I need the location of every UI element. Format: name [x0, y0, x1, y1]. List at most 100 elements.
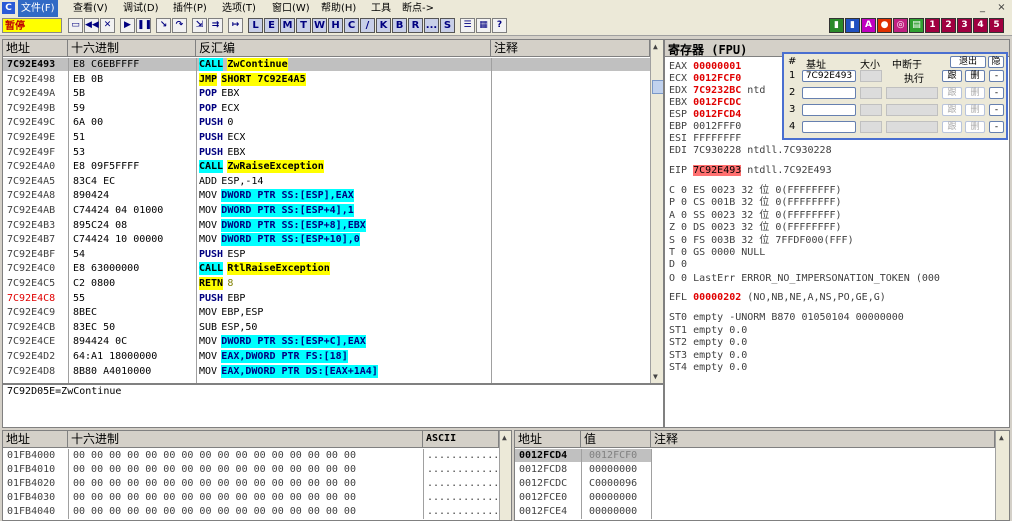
dump-row[interactable]: 01FB4020 00 00 00 00 00 00 00 00 00 00 00… [3, 477, 511, 490]
flag-row[interactable]: A 0 SS 0023 32 位 0(FFFFFFFF) [669, 209, 842, 222]
plugin-icon-a[interactable]: ▮ [829, 18, 844, 33]
flag-row[interactable]: T 0 GS 0000 NULL [669, 246, 765, 259]
run-icon[interactable]: ▶ [120, 18, 135, 33]
minimize-icon[interactable]: _ [976, 2, 989, 14]
disasm-row[interactable]: 7C92E4D2 64:A1 18000000 MOV EAX,DWORD PTR F… [3, 350, 650, 363]
menu-view[interactable]: 查看(V) [70, 0, 111, 17]
menu-help[interactable]: 帮助(H) [318, 0, 359, 17]
disasm-row[interactable]: 7C92E49F 53 PUSH EBX [3, 146, 650, 159]
options-icon[interactable]: ☰ [460, 18, 475, 33]
disasm-header-comment[interactable]: 注释 [491, 40, 650, 57]
stack-header-value[interactable]: 值 [581, 431, 651, 448]
menu-breakpoints[interactable]: 断点-> [399, 0, 437, 17]
flag-row[interactable]: S 0 FS 003B 32 位 7FFDF000(FFF) [669, 234, 854, 247]
toolbar-source[interactable]: S [440, 18, 455, 33]
bp-minus-button[interactable]: - [989, 121, 1004, 133]
disasm-row[interactable]: 7C92E4B3 895C24 08 MOV DWORD PTR SS:[ESP+8]… [3, 218, 650, 232]
bp-delete-button[interactable]: 删 [965, 70, 985, 82]
help-icon[interactable]: ? [492, 18, 507, 33]
bp-address-field[interactable] [802, 104, 856, 116]
toolbar-callstack[interactable]: K [376, 18, 391, 33]
bp-minus-button[interactable]: - [989, 104, 1004, 116]
fpu-register[interactable]: ST1 empty 0.0 [669, 324, 747, 337]
bp-delete-button[interactable]: 删 [965, 104, 985, 116]
close-file-icon[interactable]: ✕ [100, 18, 115, 33]
open-icon[interactable]: ▭ [68, 18, 83, 33]
disasm-row[interactable]: 7C92E49A 5B POP EBX [3, 87, 650, 100]
bp-address-field[interactable]: 7C92E493 [802, 70, 856, 82]
step-into-icon[interactable]: ↘ [156, 18, 171, 33]
stack-header-address[interactable]: 地址 [515, 431, 581, 448]
menu-debug[interactable]: 调试(D) [120, 0, 162, 17]
fpu-register[interactable]: ST0 empty -UNORM B870 01050104 00000000 [669, 311, 904, 324]
disasm-row[interactable]: 7C92E4A8 890424 MOV DWORD PTR SS:[ESP],EAX [3, 189, 650, 203]
menu-tools[interactable]: 工具 [368, 0, 394, 17]
toolbar-modules[interactable]: E [264, 18, 279, 33]
bookmark-1-icon[interactable]: 1 [925, 18, 940, 33]
disasm-row[interactable]: 7C92E49B 59 POP ECX [3, 102, 650, 115]
memory-dump-pane[interactable]: 地址 十六进制 ASCII 01FB4000 00 00 00 00 00 00 … [2, 430, 512, 521]
bp-minus-button[interactable]: - [989, 87, 1004, 99]
disasm-row[interactable]: 7C92E4C0 E8 63000000 CALL RtlRaiseException [3, 262, 650, 276]
plugin-icon-c[interactable]: A [861, 18, 876, 33]
disasm-row[interactable]: 7C92E4C5 C2 0800 RETN 8 [3, 277, 650, 290]
disasm-row[interactable]: 7C92E4AB C74424 04 01000 MOV DWORD PTR SS:[… [3, 204, 650, 217]
dump-header-address[interactable]: 地址 [3, 431, 68, 448]
dump-row[interactable]: 01FB4000 00 00 00 00 00 00 00 00 00 00 00… [3, 449, 511, 462]
toolbar-cpu[interactable]: C [344, 18, 359, 33]
bp-follow-button[interactable]: 跟 [942, 121, 962, 133]
hardware-breakpoint-window[interactable]: # 基址 大小 中断于 退出 隐 1 7C92E493 执行跟删 -2 跟删 -3 跟删 -4… [782, 52, 1008, 140]
bookmark-4-icon[interactable]: 4 [973, 18, 988, 33]
disasm-header-hex[interactable]: 十六进制 [68, 40, 196, 57]
fpu-register[interactable]: ST3 empty 0.0 [669, 349, 747, 362]
bookmark-5-icon[interactable]: 5 [989, 18, 1004, 33]
bp-delete-button[interactable]: 删 [965, 121, 985, 133]
disasm-header-address[interactable]: 地址 [3, 40, 68, 57]
plugin-icon-f[interactable]: ▤ [909, 18, 924, 33]
toolbar-breakpoints[interactable]: B [392, 18, 407, 33]
menu-window[interactable]: 窗口(W) [269, 0, 313, 17]
disasm-row[interactable]: 7C92E4A5 83C4 EC ADD ESP,-14 [3, 175, 650, 188]
menu-options[interactable]: 选项(T) [219, 0, 259, 17]
stack-header-comment[interactable]: 注释 [651, 431, 995, 448]
flag-row[interactable]: O 0 LastErr ERROR_NO_IMPERSONATION_TOKEN… [669, 272, 940, 285]
rewind-icon[interactable]: ◀◀ [84, 18, 99, 33]
flag-row[interactable]: C 0 ES 0023 32 位 0(FFFFFFFF) [669, 184, 842, 197]
dump-scrollbar[interactable]: ▲ [499, 431, 511, 520]
appearance-icon[interactable]: ▦ [476, 18, 491, 33]
plugin-icon-b[interactable]: ▮ [845, 18, 860, 33]
toolbar-patches[interactable]: / [360, 18, 375, 33]
menu-plugins[interactable]: 插件(P) [170, 0, 210, 17]
disasm-row[interactable]: 7C92E4CE 894424 0C MOV DWORD PTR SS:[ESP+C]… [3, 335, 650, 349]
scroll-up-icon[interactable]: ▲ [653, 42, 658, 51]
flag-row[interactable]: D 0 [669, 258, 687, 271]
disasm-scrollbar[interactable]: ▲ ▼ [650, 40, 663, 383]
stack-scroll-up-icon[interactable]: ▲ [999, 433, 1004, 442]
disasm-row[interactable]: 7C92E4C9 8BEC MOV EBP,ESP [3, 306, 650, 319]
bookmark-3-icon[interactable]: 3 [957, 18, 972, 33]
flag-row[interactable]: Z 0 DS 0023 32 位 0(FFFFFFFF) [669, 221, 842, 234]
close-icon[interactable]: × [995, 2, 1008, 14]
dump-row[interactable]: 01FB4030 00 00 00 00 00 00 00 00 00 00 00… [3, 491, 511, 504]
disasm-header-disassembly[interactable]: 反汇编 [196, 40, 491, 57]
dump-row[interactable]: 01FB4040 00 00 00 00 00 00 00 00 00 00 00… [3, 505, 511, 518]
disasm-row[interactable]: 7C92E493 E8 C6EBFFFF CALL ZwContinue [3, 58, 650, 71]
toolbar-windows[interactable]: W [312, 18, 327, 33]
bp-follow-button[interactable]: 跟 [942, 104, 962, 116]
toolbar-threads[interactable]: T [296, 18, 311, 33]
plugin-icon-e[interactable]: ◎ [893, 18, 908, 33]
menu-file[interactable]: 文件(F) [18, 0, 58, 17]
bp-follow-button[interactable]: 跟 [942, 87, 962, 99]
scroll-down-icon[interactable]: ▼ [653, 372, 658, 381]
trace-over-icon[interactable]: ⇉ [208, 18, 223, 33]
stack-scrollbar[interactable]: ▲ [995, 431, 1009, 520]
disasm-row[interactable]: 7C92E49E 51 PUSH ECX [3, 131, 650, 144]
step-over-icon[interactable]: ↷ [172, 18, 187, 33]
stack-row[interactable]: 0012FCDC C0000096 [515, 477, 651, 490]
disasm-row[interactable]: 7C92E4A0 E8 09F5FFFF CALL ZwRaiseException [3, 160, 650, 174]
bp-exit-button[interactable]: 退出 [950, 56, 986, 68]
bp-hide-button[interactable]: 隐 [988, 56, 1004, 68]
register-eip[interactable]: EIP 7C92E493 ntdll.7C92E493 [669, 164, 832, 177]
trace-into-icon[interactable]: ⇲ [192, 18, 207, 33]
disassembly-pane[interactable]: 地址 十六进制 反汇编 注释 7C92E493 E8 C6EBFFFF CALL Zw… [2, 39, 664, 384]
